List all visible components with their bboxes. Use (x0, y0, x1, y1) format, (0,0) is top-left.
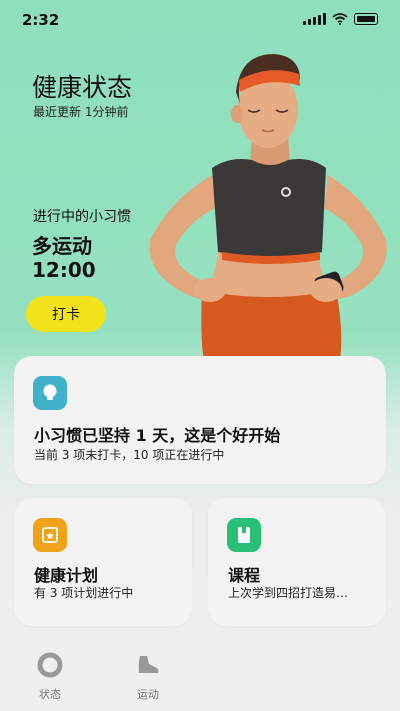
tab-status[interactable]: 状态 (15, 652, 85, 702)
status-bar: 2:32 (0, 0, 400, 40)
health-plan-title: 健康计划 (34, 566, 99, 585)
signal-icon (303, 13, 326, 25)
last-updated: 最近更新 1分钟前 (33, 105, 129, 119)
tab-sport-label: 运动 (137, 688, 159, 701)
calendar-icon (33, 518, 67, 552)
status-icons (303, 13, 378, 25)
fitness-character-illustration (149, 54, 387, 360)
habit-summary-title: 小习惯已坚持 1 天，这是个好开始 (34, 426, 281, 445)
habit-name: 多运动 (32, 234, 92, 258)
course-title: 课程 (228, 566, 261, 585)
habit-label: 进行中的小习惯 (33, 209, 131, 225)
health-plan-detail: 有 3 项计划进行中 (34, 586, 134, 600)
habit-summary-card[interactable]: 小习惯已坚持 1 天，这是个好开始 当前 3 项未打卡，10 项正在进行中 (14, 356, 386, 484)
wifi-icon (332, 13, 348, 25)
habit-summary-detail: 当前 3 项未打卡，10 项正在进行中 (34, 448, 225, 462)
habit-time: 12:00 (32, 258, 96, 282)
checkin-button[interactable]: 打卡 (26, 296, 106, 332)
page-title: 健康状态 (32, 73, 133, 102)
status-ring-icon (37, 652, 63, 678)
status-time: 2:32 (22, 11, 60, 29)
battery-icon (354, 13, 378, 25)
course-detail: 上次学到四招打造易… (228, 586, 349, 600)
course-card[interactable]: 课程 上次学到四招打造易… (208, 498, 386, 626)
tab-sport[interactable]: 运动 (113, 652, 183, 702)
book-icon (227, 518, 261, 552)
shoe-icon (138, 656, 159, 673)
bottom-tab-bar: 状态 运动 (0, 638, 400, 711)
lightbulb-icon (33, 376, 67, 410)
tab-status-label: 状态 (39, 688, 61, 701)
health-plan-card[interactable]: 健康计划 有 3 项计划进行中 (14, 498, 192, 626)
